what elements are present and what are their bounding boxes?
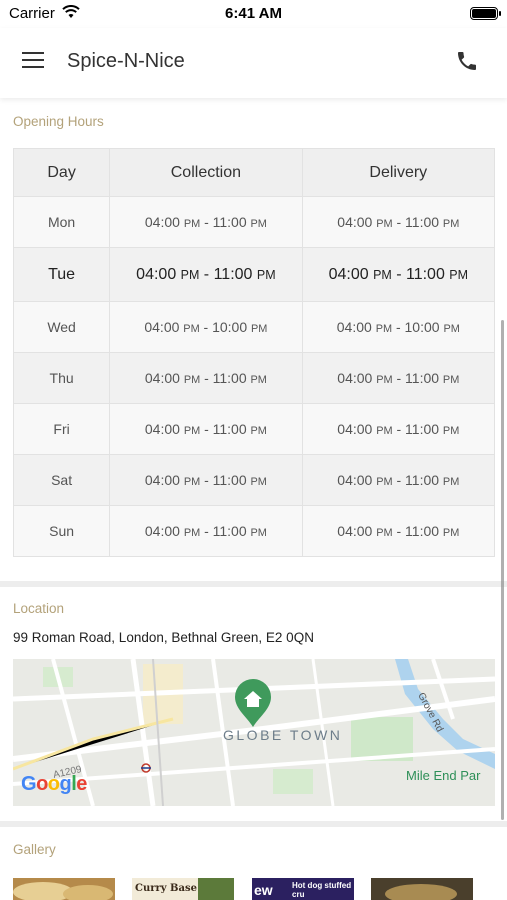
table-row: Sat 04:00 PM - 11:00 PM 04:00 PM - 11:00… xyxy=(12,454,496,506)
opening-hours-table: Day Collection Delivery Mon 04:00 PM - 1… xyxy=(12,148,496,557)
section-divider xyxy=(0,581,507,587)
table-row: Sun 04:00 PM - 11:00 PM 04:00 PM - 11:00… xyxy=(12,505,496,557)
delivery-hours-cell: 04:00 PM - 11:00 PM xyxy=(301,403,496,455)
content-scroll-area[interactable]: Opening Hours Day Collection Delivery Mo… xyxy=(0,98,507,900)
food-image xyxy=(371,878,473,900)
home-pin-icon[interactable] xyxy=(233,679,273,734)
gallery-thumb-text: ew xyxy=(254,882,273,898)
collection-hours-cell: 04:00 PM - 11:00 PM xyxy=(109,403,303,455)
google-logo: Google xyxy=(21,773,87,795)
table-row: Wed 04:00 PM - 10:00 PM 04:00 PM - 10:00… xyxy=(12,301,496,353)
location-label: Location xyxy=(13,601,65,616)
day-cell: Tue xyxy=(12,247,111,302)
collection-hours-cell: 04:00 PM - 11:00 PM xyxy=(109,352,303,404)
table-header-row: Day Collection Delivery xyxy=(12,148,496,197)
collection-hours-cell: 04:00 PM - 11:00 PM xyxy=(109,247,303,302)
delivery-hours-cell: 04:00 PM - 11:00 PM xyxy=(301,454,496,506)
battery-icon xyxy=(470,7,501,20)
column-header-delivery: Delivery xyxy=(301,148,496,197)
section-divider xyxy=(0,821,507,827)
map-area-label: GLOBE TOWN xyxy=(223,727,343,743)
gallery-strip: Curry Base Pizzas ew Hot dog stuffed cru xyxy=(0,878,507,900)
day-cell: Fri xyxy=(12,403,111,455)
table-row: Mon 04:00 PM - 11:00 PM 04:00 PM - 11:00… xyxy=(12,196,496,248)
clock: 6:41 AM xyxy=(225,5,282,22)
food-image xyxy=(13,878,115,900)
delivery-hours-cell: 04:00 PM - 11:00 PM xyxy=(301,247,496,302)
day-cell: Sat xyxy=(12,454,111,506)
scrollbar[interactable] xyxy=(501,320,504,820)
day-cell: Mon xyxy=(12,196,111,248)
collection-hours-cell: 04:00 PM - 10:00 PM xyxy=(109,301,303,353)
column-header-collection: Collection xyxy=(109,148,303,197)
address-text: 99 Roman Road, London, Bethnal Green, E2… xyxy=(13,630,314,645)
status-bar: Carrier 6:41 AM xyxy=(0,0,507,28)
day-cell: Wed xyxy=(12,301,111,353)
gallery-label: Gallery xyxy=(13,842,56,857)
food-image xyxy=(198,878,234,900)
delivery-hours-cell: 04:00 PM - 10:00 PM xyxy=(301,301,496,353)
delivery-hours-cell: 04:00 PM - 11:00 PM xyxy=(301,352,496,404)
map-place-label: Mile End Par xyxy=(406,768,481,783)
day-cell: Sun xyxy=(12,505,111,557)
collection-hours-cell: 04:00 PM - 11:00 PM xyxy=(109,454,303,506)
app-header: Spice-N-Nice xyxy=(0,28,507,98)
gallery-thumb-text: Hot dog stuffed cru xyxy=(292,881,352,899)
delivery-hours-cell: 04:00 PM - 11:00 PM xyxy=(301,196,496,248)
day-cell: Thu xyxy=(12,352,111,404)
delivery-hours-cell: 04:00 PM - 11:00 PM xyxy=(301,505,496,557)
page-title: Spice-N-Nice xyxy=(67,50,185,72)
phone-icon[interactable] xyxy=(455,49,481,75)
hamburger-menu-icon[interactable] xyxy=(22,52,46,72)
collection-hours-cell: 04:00 PM - 11:00 PM xyxy=(109,196,303,248)
gallery-thumb[interactable]: ew Hot dog stuffed cru xyxy=(252,878,354,900)
collection-hours-cell: 04:00 PM - 11:00 PM xyxy=(109,505,303,557)
gallery-thumb[interactable] xyxy=(371,878,473,900)
gallery-thumb[interactable] xyxy=(13,878,115,900)
table-row-today: Tue 04:00 PM - 11:00 PM 04:00 PM - 11:00… xyxy=(12,247,496,302)
opening-hours-label: Opening Hours xyxy=(13,114,104,129)
column-header-day: Day xyxy=(12,148,111,197)
table-row: Fri 04:00 PM - 11:00 PM 04:00 PM - 11:00… xyxy=(12,403,496,455)
location-map[interactable]: GLOBE TOWN Mile End Par Grove Rd A1209 G… xyxy=(13,659,495,806)
gallery-thumb[interactable]: Curry Base Pizzas xyxy=(132,878,234,900)
table-row: Thu 04:00 PM - 11:00 PM 04:00 PM - 11:00… xyxy=(12,352,496,404)
